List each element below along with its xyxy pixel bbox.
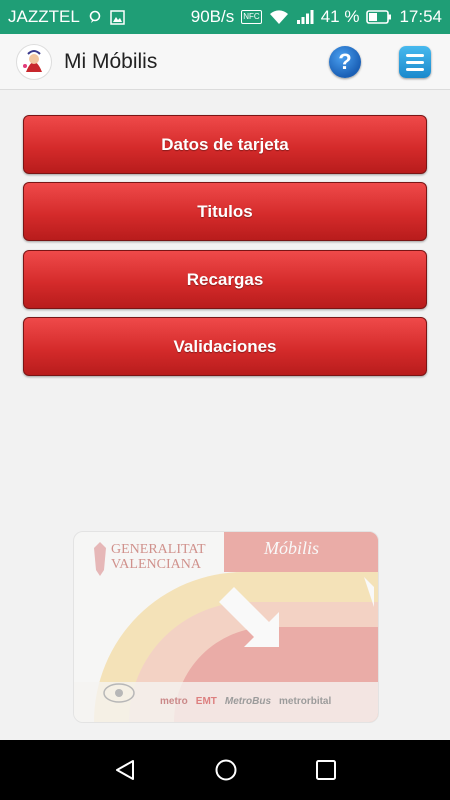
nfc-label: NFC [241,10,262,24]
hamburger-line [406,60,424,64]
battery-icon [366,10,392,24]
battery-percent: 41 % [320,7,360,26]
issuer-line1: GENERALITAT [111,542,206,557]
issuer-line2: VALENCIANA [111,557,201,572]
menu-button[interactable] [399,46,431,78]
card-emblem-icon [103,683,135,703]
signal-icon [296,9,314,25]
logo-metrobus: MetroBus [224,696,272,707]
recharges-label: Recargas [186,269,264,289]
titles-label: Titulos [197,201,253,221]
recharges-button[interactable]: Recargas [23,250,427,309]
clock: 17:54 [399,7,442,26]
mobilis-card-image: GENERALITAT VALENCIANA Móbilis metro EMT… [73,531,379,723]
app-bar: Mi Móbilis ? [0,34,450,90]
status-bar: JAZZTEL 90B/s NFC 41 % 17:54 [0,0,450,34]
operator-logos: metro EMT MetroBus metrorbital [160,696,331,707]
network-speed: 90B/s [190,7,235,26]
logo-emt: EMT [195,696,217,707]
image-icon [110,9,125,25]
hamburger-menu-icon [406,53,424,57]
card-brand: Móbilis [264,538,320,558]
validations-label: Validaciones [173,336,277,356]
help-icon: ? [338,49,352,74]
app-logo-icon [16,43,52,80]
chat-bubble-icon [88,10,102,24]
logo-metro: metro [160,696,188,707]
navigation-bar [0,740,450,800]
titles-button[interactable]: Titulos [23,182,427,241]
validations-button[interactable]: Validaciones [23,317,427,376]
app-title: Mi Móbilis [64,49,158,73]
back-triangle-icon[interactable] [114,758,136,787]
home-circle-icon[interactable] [214,758,238,787]
recents-square-icon[interactable] [315,758,337,787]
hamburger-line [406,67,424,71]
logo-metrorbital: metrorbital [279,696,332,707]
card-data-label: Datos de tarjeta [161,134,289,154]
nfc-icon: NFC [241,10,262,24]
carrier-label: JAZZTEL [8,7,80,26]
coat-of-arms-icon [94,542,106,576]
wifi-icon [269,9,289,25]
issuer-name: GENERALITAT VALENCIANA [111,542,206,572]
card-data-button[interactable]: Datos de tarjeta [23,115,427,174]
help-button[interactable]: ? [329,46,361,78]
